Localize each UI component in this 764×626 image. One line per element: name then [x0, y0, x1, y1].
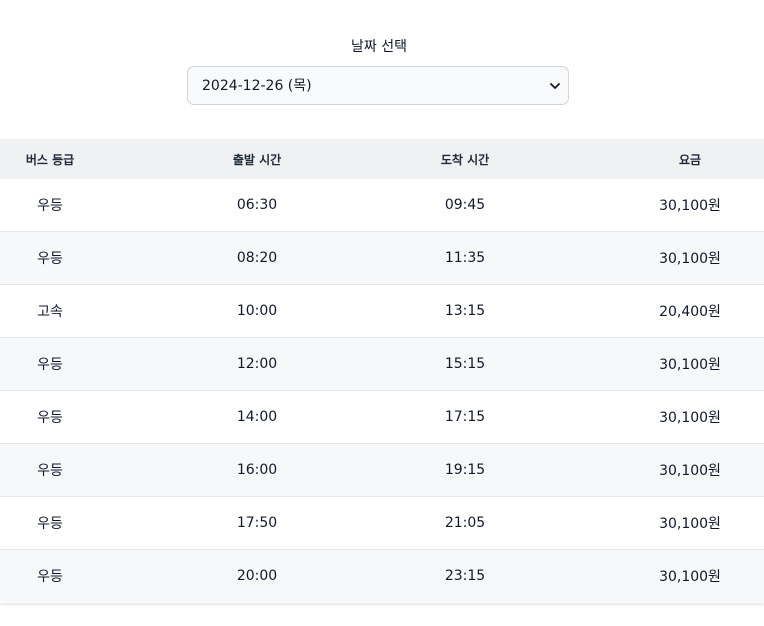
date-select-value: 2024-12-26 (목) [202, 77, 312, 94]
date-picker-label: 날짜 선택 [351, 39, 407, 55]
header-bus-grade: 버스 등급 [25, 152, 75, 167]
table-row: 우등 20:00 23:15 30,100원 [0, 550, 764, 602]
table-row: 우등 16:00 19:15 30,100원 [0, 444, 764, 497]
cell-arrival-time: 17:15 [444, 409, 486, 425]
bus-schedule-table: 버스 등급 출발 시간 도착 시간 요금 우등 06:30 09:45 30,100원… [0, 139, 764, 603]
cell-departure-time: 08:20 [236, 250, 278, 266]
header-fare: 요금 [678, 152, 702, 167]
cell-fare: 30,100원 [659, 463, 721, 479]
date-picker-section: 날짜 선택 2024-12-26 (목) [0, 0, 758, 120]
table-row: 우등 06:30 09:45 30,100원 [0, 179, 764, 232]
table-row: 우등 12:00 15:15 30,100원 [0, 338, 764, 391]
header-arrival-time: 도착 시간 [440, 152, 490, 167]
cell-departure-time: 16:00 [236, 462, 278, 478]
date-select[interactable]: 2024-12-26 (목) [187, 66, 569, 105]
cell-bus-grade: 우등 [37, 569, 63, 585]
table-body: 우등 06:30 09:45 30,100원 우등 08:20 11:35 30,100원 고속… [0, 179, 764, 602]
cell-departure-time: 17:50 [236, 515, 278, 531]
cell-departure-time: 14:00 [236, 409, 278, 425]
cell-fare: 20,400원 [659, 304, 721, 320]
header-departure-time: 출발 시간 [232, 152, 282, 167]
cell-fare: 30,100원 [659, 357, 721, 373]
cell-arrival-time: 23:15 [444, 568, 486, 584]
cell-bus-grade: 우등 [37, 410, 63, 426]
cell-fare: 30,100원 [659, 410, 721, 426]
table-row: 고속 10:00 13:15 20,400원 [0, 285, 764, 338]
cell-departure-time: 10:00 [236, 303, 278, 319]
cell-departure-time: 06:30 [236, 197, 278, 213]
cell-bus-grade: 우등 [37, 357, 63, 373]
cell-fare: 30,100원 [659, 251, 721, 267]
cell-departure-time: 20:00 [236, 568, 278, 584]
cell-bus-grade: 우등 [37, 463, 63, 479]
cell-arrival-time: 15:15 [444, 356, 486, 372]
cell-arrival-time: 09:45 [444, 197, 486, 213]
cell-bus-grade: 고속 [37, 304, 63, 320]
table-row: 우등 08:20 11:35 30,100원 [0, 232, 764, 285]
cell-bus-grade: 우등 [37, 198, 63, 214]
cell-arrival-time: 13:15 [444, 303, 486, 319]
cell-departure-time: 12:00 [236, 356, 278, 372]
chevron-down-icon [550, 83, 560, 89]
cell-arrival-time: 11:35 [444, 250, 486, 266]
cell-fare: 30,100원 [659, 198, 721, 214]
cell-arrival-time: 21:05 [444, 515, 486, 531]
cell-bus-grade: 우등 [37, 251, 63, 267]
page: 날짜 선택 2024-12-26 (목) 버스 등급 출발 시간 도착 시간 요… [0, 0, 764, 626]
table-row: 우등 14:00 17:15 30,100원 [0, 391, 764, 444]
cell-fare: 30,100원 [659, 516, 721, 532]
table-row: 우등 17:50 21:05 30,100원 [0, 497, 764, 550]
table-header-row: 버스 등급 출발 시간 도착 시간 요금 [0, 139, 764, 179]
cell-fare: 30,100원 [659, 569, 721, 585]
cell-arrival-time: 19:15 [444, 462, 486, 478]
cell-bus-grade: 우등 [37, 516, 63, 532]
